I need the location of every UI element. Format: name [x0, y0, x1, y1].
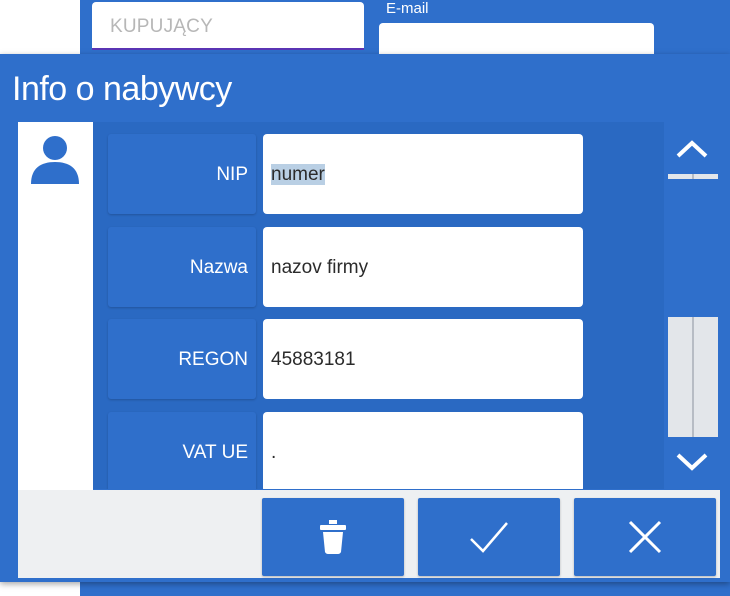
- chevron-up-icon: [676, 140, 708, 158]
- vat-ue-input-value: .: [271, 442, 277, 463]
- regon-label-box: REGON: [108, 319, 256, 399]
- regon-input[interactable]: 45883181: [263, 319, 583, 399]
- dialog-footer: [18, 490, 720, 578]
- buyer-field[interactable]: KUPUJĄCY: [92, 2, 364, 50]
- form-area: NIP numer Nazwa nazov firmy REGON 458831…: [93, 122, 664, 489]
- field-row-nazwa: Nazwa nazov firmy: [108, 227, 585, 307]
- confirm-button[interactable]: [418, 498, 560, 576]
- trash-icon: [320, 520, 346, 554]
- nip-input-value: numer: [271, 164, 325, 185]
- nazwa-label-box: Nazwa: [108, 227, 256, 307]
- scroll-thumb[interactable]: [668, 178, 718, 317]
- avatar-panel: [18, 122, 93, 494]
- nazwa-input-value: nazov firmy: [271, 257, 369, 278]
- cancel-button[interactable]: [574, 498, 716, 576]
- nazwa-label: Nazwa: [189, 257, 248, 278]
- scrollbar[interactable]: [664, 122, 720, 489]
- nip-input[interactable]: numer: [263, 134, 583, 214]
- regon-input-value: 45883181: [271, 349, 356, 370]
- regon-label: REGON: [178, 349, 248, 370]
- buyer-info-dialog: Info o nabywcy NIP numer Nazwa nazov fir…: [0, 54, 730, 582]
- delete-button[interactable]: [262, 498, 404, 576]
- vat-ue-label: VAT UE: [182, 442, 248, 463]
- close-icon: [628, 520, 662, 554]
- field-row-regon: REGON 45883181: [108, 319, 585, 399]
- scroll-up-button[interactable]: [664, 122, 720, 174]
- email-label: E-mail: [386, 0, 429, 17]
- dialog-title: Info o nabywcy: [12, 70, 232, 108]
- scroll-down-button[interactable]: [664, 437, 720, 489]
- buyer-field-placeholder: KUPUJĄCY: [110, 16, 213, 37]
- chevron-down-icon: [676, 453, 708, 471]
- user-icon: [31, 136, 79, 184]
- vat-ue-input[interactable]: .: [263, 412, 583, 489]
- nip-label-box: NIP: [108, 134, 256, 214]
- field-row-nip: NIP numer: [108, 134, 585, 214]
- check-icon: [470, 522, 508, 553]
- vat-ue-label-box: VAT UE: [108, 412, 256, 489]
- nip-label: NIP: [216, 164, 248, 185]
- nazwa-input[interactable]: nazov firmy: [263, 227, 583, 307]
- field-row-vat-ue: VAT UE .: [108, 412, 585, 489]
